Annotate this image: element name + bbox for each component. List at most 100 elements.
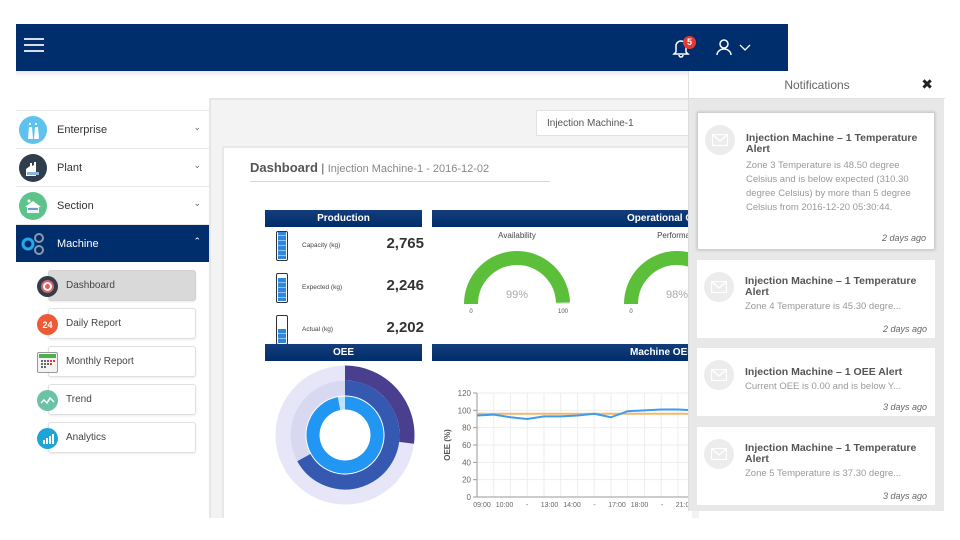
notification-item[interactable]: Injection Machine – 1 OEE Alert Current … (697, 348, 935, 416)
battery-icon (276, 231, 288, 261)
production-unit: (kg) (321, 326, 334, 333)
gauge-value-label: 98% (666, 289, 688, 301)
sidebar-item-plant[interactable]: Plant ⌄ (16, 148, 209, 186)
y-tick-label: 120 (458, 389, 472, 398)
sidebar-item-section[interactable]: Section ⌄ (16, 186, 209, 224)
gauge-title-availability: Availability (498, 231, 536, 240)
notification-item[interactable]: Injection Machine – 1 Temperature Alert … (697, 112, 935, 250)
notifications-header: Notifications ✖ (689, 71, 945, 99)
notification-body: Zone 3 Temperature is 48.50 degree Celsi… (746, 160, 911, 213)
notification-body: Zone 5 Temperature is 37.30 degre... (745, 468, 902, 479)
production-label: Actual (302, 326, 321, 333)
envelope-icon (704, 360, 734, 390)
chevron-down-icon: ⌄ (193, 122, 201, 132)
submenu-item-daily-report[interactable]: 24 Daily Report (37, 308, 196, 339)
notification-item[interactable]: Injection Machine – 1 Temperature Alert … (697, 427, 935, 505)
x-tick-label: - (661, 502, 664, 509)
machine-submenu: Dashboard 24 Daily Report Monthly Report… (36, 270, 196, 460)
gears-icon (19, 230, 47, 258)
y-tick-label: 80 (462, 424, 471, 433)
operational-gauges: 99%010098%0100 (464, 251, 688, 315)
hamburger-icon[interactable] (24, 38, 44, 54)
user-menu-icon[interactable] (716, 38, 756, 58)
24-hour-icon: 24 (37, 314, 58, 335)
target-icon (37, 276, 58, 297)
section-building-icon (19, 191, 47, 220)
machine-oee-line-chart: 0 20 40 60 80 100 120 09:00 10:00 - 13:00 14:00 - 17:… (443, 389, 688, 509)
notification-time: 3 days ago (882, 402, 927, 412)
sidebar-item-label: Plant (57, 161, 83, 174)
sidebar-item-label: Section (57, 199, 94, 212)
notification-count-badge: 5 (683, 36, 696, 49)
production-panel-header: Production (265, 210, 422, 227)
x-tick-label: 14:00 (563, 502, 581, 509)
sidebar-item-label: Machine (57, 237, 99, 250)
submenu-label: Daily Report (66, 318, 122, 329)
gauge-value-label: 99% (506, 289, 528, 301)
notification-body: Current OEE is 0.00 and is below Y... (745, 381, 901, 392)
sidebar-item-machine[interactable]: Machine ⌃ (16, 224, 209, 262)
header-shadow (16, 71, 688, 77)
production-value: 2,246 (386, 277, 424, 294)
gauge-min-label: 0 (469, 309, 473, 315)
submenu-item-analytics[interactable]: Analytics (37, 422, 196, 453)
y-tick-label: 20 (462, 476, 471, 485)
production-label: Expected (302, 284, 330, 291)
submenu-label: Dashboard (66, 280, 115, 291)
production-row-capacity: Capacity (kg) 2,765 (272, 231, 424, 265)
chevron-up-icon: ⌃ (193, 236, 201, 246)
submenu-label: Trend (66, 394, 92, 405)
notification-item[interactable]: Injection Machine – 1 Temperature Alert … (697, 260, 935, 338)
gauge-max-label: 100 (558, 309, 569, 315)
x-tick-label: 17:00 (608, 502, 626, 509)
submenu-label: Monthly Report (66, 356, 134, 367)
production-unit: (kg) (329, 242, 341, 249)
y-tick-label: 60 (462, 441, 471, 450)
battery-icon (276, 273, 288, 303)
submenu-item-dashboard[interactable]: Dashboard (37, 270, 196, 301)
y-tick-label: 0 (467, 493, 472, 502)
production-value: 2,765 (386, 235, 424, 252)
x-tick-label: 18:00 (631, 502, 649, 509)
production-value: 2,202 (386, 319, 424, 336)
notifications-title: Notifications (784, 78, 850, 92)
page-title: Dashboard | Injection Machine-1 - 2016-1… (250, 160, 550, 182)
notification-title: Injection Machine – 1 Temperature Alert (745, 275, 917, 298)
calendar-icon (37, 352, 58, 373)
envelope-icon (704, 272, 734, 302)
machine-oee-panel-header: Machine OEE (432, 344, 688, 361)
battery-level (278, 232, 286, 259)
sidebar-item-label: Enterprise (57, 123, 108, 136)
y-tick-label: 100 (458, 406, 472, 415)
production-label: Capacity (302, 242, 328, 249)
plant-factory-icon (19, 153, 47, 182)
sidebar-item-enterprise[interactable]: Enterprise ⌄ (16, 110, 209, 148)
notification-title: Injection Machine – 1 OEE Alert (745, 366, 903, 378)
notifications-panel: Notifications ✖ Injection Machine – 1 Te… (688, 71, 945, 511)
x-tick-label: 13:00 (541, 502, 559, 509)
production-row-expected: Expected (kg) 2,246 (272, 273, 424, 307)
y-axis-label: OEE (%) (443, 429, 452, 461)
close-icon[interactable]: ✖ (921, 76, 933, 93)
x-tick-label: 09:00 (473, 502, 491, 509)
submenu-item-trend[interactable]: Trend (37, 384, 196, 415)
machine-select-dropdown[interactable]: Injection Machine-1 (536, 110, 696, 136)
oee-donut-chart (275, 365, 415, 505)
gauge-min-label: 0 (629, 309, 633, 315)
x-tick-label: 10:00 (496, 502, 514, 509)
dashboard-title: Dashboard (250, 160, 318, 175)
oee-panel-header: OEE (265, 344, 422, 361)
y-tick-label: 40 (462, 458, 471, 467)
battery-level (278, 278, 286, 301)
dashboard-subtitle: Injection Machine-1 - 2016-12-02 (327, 163, 490, 175)
bar-chart-icon (37, 428, 58, 449)
notification-time: 2 days ago (881, 233, 926, 243)
envelope-icon (705, 125, 735, 155)
submenu-item-monthly-report[interactable]: Monthly Report (37, 346, 196, 377)
production-unit: (kg) (330, 284, 343, 291)
notification-title: Injection Machine – 1 Temperature Alert (745, 442, 917, 465)
trend-line-icon (37, 390, 58, 411)
top-navbar: 5 (16, 24, 788, 71)
chevron-down-icon: ⌄ (193, 198, 201, 208)
title-separator: | (321, 161, 325, 175)
